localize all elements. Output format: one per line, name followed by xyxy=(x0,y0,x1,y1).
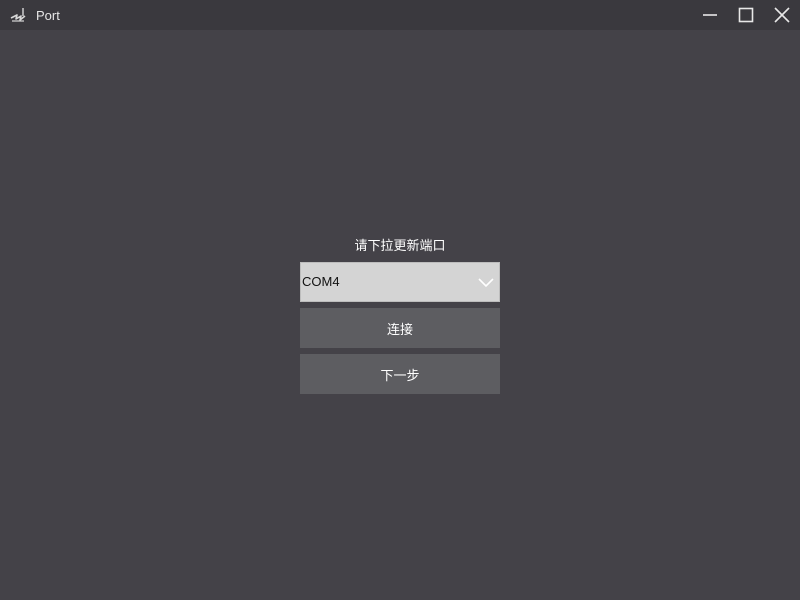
maximize-icon xyxy=(738,7,754,23)
port-form: 请下拉更新端口 COM4 连接 下一步 xyxy=(300,236,500,394)
port-select-value: COM4 xyxy=(302,274,340,289)
next-button[interactable]: 下一步 xyxy=(300,354,500,394)
port-select[interactable]: COM4 xyxy=(300,262,500,302)
maximize-button[interactable] xyxy=(728,0,764,30)
window-title: Port xyxy=(36,7,60,23)
close-icon xyxy=(774,7,790,23)
port-window: Port 请下拉更新端口 COM4 连接 下一步 xyxy=(0,0,800,600)
window-controls xyxy=(692,0,800,30)
title-bar[interactable]: Port xyxy=(0,0,800,30)
port-prompt-label: 请下拉更新端口 xyxy=(354,238,446,253)
close-button[interactable] xyxy=(764,0,800,30)
app-logo-icon xyxy=(9,6,27,24)
connect-button[interactable]: 连接 xyxy=(300,308,500,348)
minimize-button[interactable] xyxy=(692,0,728,30)
chevron-down-icon[interactable] xyxy=(478,275,494,289)
minimize-icon xyxy=(702,7,718,23)
